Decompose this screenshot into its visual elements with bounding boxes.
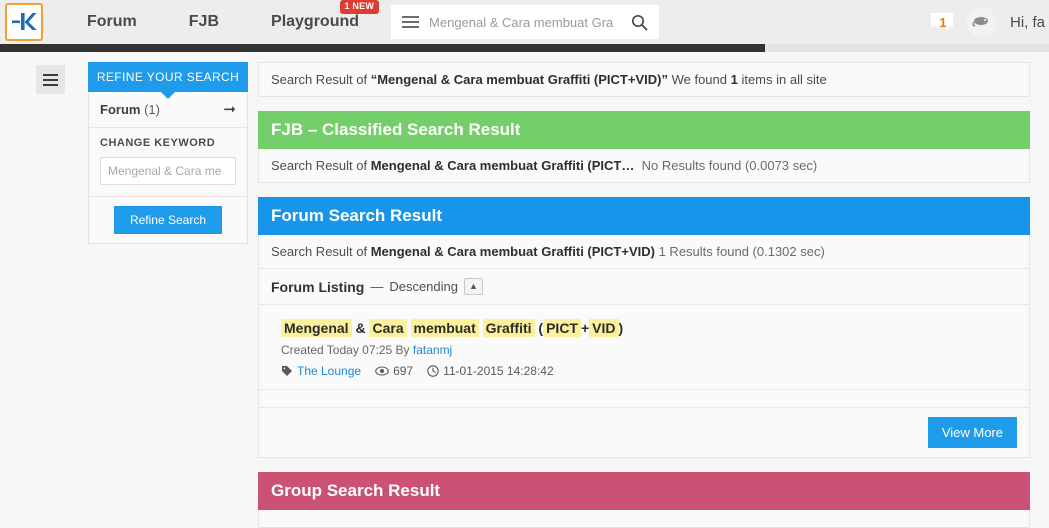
greeting-text: Hi, fa xyxy=(1009,13,1045,31)
fjb-section: FJB – Classified Search Result Search Re… xyxy=(258,111,1030,183)
title-token: Cara xyxy=(369,319,407,337)
forum-line-query: Mengenal & Cara membuat Graffiti (PICT+V… xyxy=(370,244,655,259)
forum-result-line: Search Result of Mengenal & Cara membuat… xyxy=(259,235,1029,269)
title-token: membuat xyxy=(410,319,479,337)
nav-item-playground[interactable]: 1 NEW Playground xyxy=(245,0,385,44)
group-section-title: Group Search Result xyxy=(258,472,1030,510)
forum-listing-bar: Forum Listing — Descending ▲ xyxy=(259,269,1029,305)
fjb-line-status: No Results found (0.0073 sec) xyxy=(641,158,818,173)
change-keyword-section: CHANGE KEYWORD xyxy=(89,128,247,197)
notification-count: 1 xyxy=(939,14,947,30)
summary-count: 1 xyxy=(730,72,738,87)
forum-name-link[interactable]: The Lounge xyxy=(297,364,361,378)
view-more-button[interactable]: View More xyxy=(927,417,1017,448)
group-section: Group Search Result xyxy=(258,472,1030,528)
forum-section-title: Forum Search Result xyxy=(258,197,1030,235)
header-right: 1 Hi, fa xyxy=(934,0,1049,44)
fjb-result-line: Search Result of Mengenal & Cara membuat… xyxy=(259,149,1029,182)
nav-label: Playground xyxy=(271,13,360,30)
views-value: 697 xyxy=(393,364,414,378)
title-token: Mengenal xyxy=(281,319,352,337)
listing-order-label: Descending xyxy=(389,279,458,294)
kaskus-k-icon xyxy=(12,13,37,30)
eye-icon xyxy=(375,366,389,376)
refine-panel: Forum (1) ➞ CHANGE KEYWORD Refine Search xyxy=(88,92,248,244)
header-underbar-active xyxy=(0,44,765,52)
refine-your-search-tab[interactable]: REFINE YOUR SEARCH xyxy=(88,62,248,99)
forum-line-prefix: Search Result of xyxy=(271,244,371,259)
author-link[interactable]: fatanmj xyxy=(413,343,452,357)
change-keyword-title: CHANGE KEYWORD xyxy=(100,137,216,149)
search-menu-icon[interactable] xyxy=(391,5,430,39)
result-title[interactable]: Mengenal & Cara membuat Graffiti (PICT + V… xyxy=(281,318,1017,339)
forum-footer: View More xyxy=(259,408,1029,457)
forum-section: Forum Search Result Search Result of Men… xyxy=(258,197,1030,458)
main-content: Search Result of “Mengenal & Cara membua… xyxy=(258,62,1030,528)
search-button[interactable] xyxy=(619,5,660,39)
keyword-input[interactable] xyxy=(100,157,236,185)
list-item[interactable]: Mengenal & Cara membuat Graffiti (PICT + V… xyxy=(259,305,1029,390)
new-badge: 1 NEW xyxy=(339,0,380,14)
fjb-section-title: FJB – Classified Search Result xyxy=(258,111,1030,149)
refine-footer: Refine Search xyxy=(89,197,247,243)
timestamp-value: 11-01-2015 14:28:42 xyxy=(443,364,554,378)
title-token: ) xyxy=(618,320,624,336)
result-summary: Search Result of “Mengenal & Cara membua… xyxy=(258,62,1030,97)
notification-badge[interactable]: 1 xyxy=(934,12,952,32)
title-token: VID xyxy=(589,319,619,337)
forum-tag[interactable]: The Lounge xyxy=(281,364,361,378)
fjb-section-body: Search Result of Mengenal & Cara membuat… xyxy=(258,149,1030,183)
title-token: & xyxy=(355,320,366,336)
forum-count: (1) xyxy=(144,102,160,117)
nav-label: Forum xyxy=(87,13,137,30)
summary-suffix: items in all site xyxy=(737,72,827,87)
title-token: Graffiti xyxy=(482,319,535,337)
title-token: + xyxy=(580,320,590,336)
forum-section-body: Search Result of Mengenal & Cara membuat… xyxy=(258,235,1030,458)
avatar-image xyxy=(972,17,988,27)
chevron-up-icon[interactable]: ▲ xyxy=(463,278,483,295)
kaskus-logo[interactable] xyxy=(5,3,43,41)
fjb-line-prefix: Search Result of xyxy=(271,158,371,173)
fjb-line-query: Mengenal & Cara membuat Graffiti (PICT… xyxy=(370,158,635,173)
avatar[interactable] xyxy=(965,7,996,37)
sidebar-item-forum-label: Forum (1) xyxy=(100,102,160,117)
summary-query: “Mengenal & Cara membuat Graffiti (PICT+… xyxy=(370,72,668,87)
nav-item-forum[interactable]: Forum xyxy=(61,0,163,44)
timestamp: 11-01-2015 14:28:42 xyxy=(427,364,554,378)
summary-prefix: Search Result of xyxy=(271,72,371,87)
group-section-body xyxy=(258,510,1030,528)
nav-label: FJB xyxy=(188,13,220,30)
clock-icon xyxy=(427,365,439,377)
sidebar-toggle-icon[interactable] xyxy=(36,65,65,94)
forum-label: Forum xyxy=(100,102,141,117)
arrow-right-icon: ➞ xyxy=(223,101,236,118)
search-input[interactable] xyxy=(429,5,620,39)
refine-search-button[interactable]: Refine Search xyxy=(113,206,223,234)
title-token: PICT xyxy=(543,319,581,337)
nav-item-fjb[interactable]: FJB xyxy=(163,0,245,44)
search-icon xyxy=(631,14,647,30)
result-meta: The Lounge 697 11-01-2015 14:28:42 xyxy=(281,364,1017,378)
main-nav: Forum FJB 1 NEW Playground xyxy=(61,0,385,44)
created-text: Created Today 07:25 By xyxy=(281,343,413,357)
view-count: 697 xyxy=(375,364,413,378)
result-created: Created Today 07:25 By fatanmj xyxy=(281,343,1017,357)
spacer-row xyxy=(259,390,1029,408)
forum-listing-label: Forum Listing xyxy=(271,278,365,295)
site-header: Forum FJB 1 NEW Playground 1 xyxy=(0,0,1049,44)
tag-icon xyxy=(282,366,292,376)
listing-dash: — xyxy=(370,279,384,294)
summary-middle: We found xyxy=(667,72,731,87)
search-bar xyxy=(391,5,660,39)
refine-sidebar: REFINE YOUR SEARCH Forum (1) ➞ CHANGE KE… xyxy=(88,62,248,244)
forum-line-status: 1 Results found (0.1302 sec) xyxy=(658,244,825,259)
